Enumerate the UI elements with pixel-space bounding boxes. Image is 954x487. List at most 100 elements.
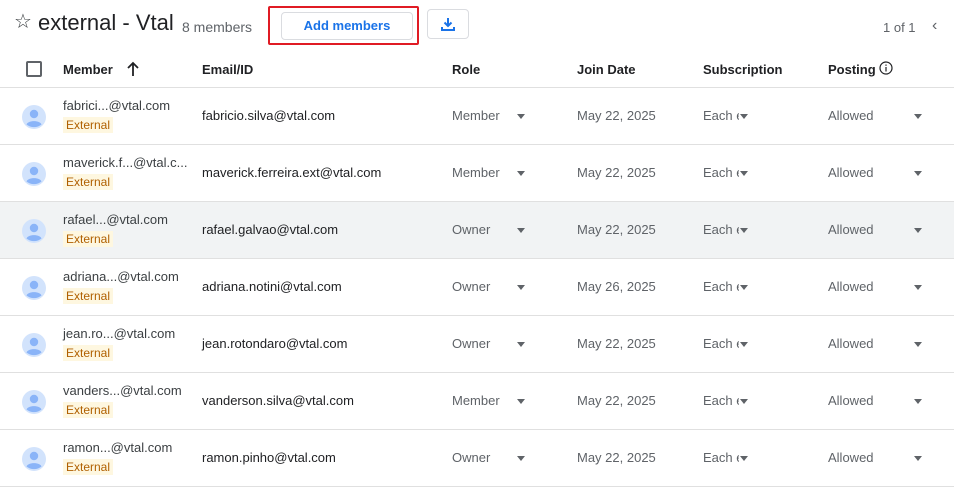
role-select[interactable]: Member (452, 165, 500, 181)
join-date: May 22, 2025 (577, 450, 656, 465)
member-count: 8 members (182, 19, 253, 35)
person-avatar-icon (22, 276, 46, 300)
caret-down-icon[interactable] (914, 228, 922, 233)
subscription-select[interactable]: Each email (703, 336, 739, 352)
member-email: adriana.notini@vtal.com (202, 279, 342, 294)
join-date: May 22, 2025 (577, 222, 656, 237)
caret-down-icon[interactable] (740, 399, 748, 404)
caret-down-icon[interactable] (740, 228, 748, 233)
posting-select[interactable]: Allowed (828, 108, 874, 124)
column-header-posting[interactable]: Posting (828, 62, 876, 78)
member-name[interactable]: jean.ro...@vtal.com (63, 326, 175, 342)
posting-select[interactable]: Allowed (828, 279, 874, 295)
external-badge: External (63, 174, 114, 190)
member-email: maverick.ferreira.ext@vtal.com (202, 165, 382, 180)
caret-down-icon[interactable] (914, 171, 922, 176)
column-header-join-date[interactable]: Join Date (577, 62, 636, 78)
caret-down-icon[interactable] (517, 171, 525, 176)
subscription-select[interactable]: Each email (703, 450, 739, 466)
caret-down-icon[interactable] (740, 114, 748, 119)
table-row[interactable]: rafael...@vtal.com External rafael.galva… (0, 202, 954, 259)
external-badge: External (63, 459, 114, 475)
person-avatar-icon (22, 390, 46, 414)
caret-down-icon[interactable] (517, 342, 525, 347)
posting-select[interactable]: Allowed (828, 450, 874, 466)
caret-down-icon[interactable] (740, 285, 748, 290)
role-select[interactable]: Owner (452, 336, 490, 352)
member-name[interactable]: vanders...@vtal.com (63, 383, 182, 399)
posting-select[interactable]: Allowed (828, 165, 874, 181)
member-name[interactable]: adriana...@vtal.com (63, 269, 179, 285)
posting-select[interactable]: Allowed (828, 222, 874, 238)
external-badge: External (63, 288, 114, 304)
posting-select[interactable]: Allowed (828, 393, 874, 409)
role-select[interactable]: Member (452, 108, 500, 124)
caret-down-icon[interactable] (914, 399, 922, 404)
member-email: rafael.galvao@vtal.com (202, 222, 339, 237)
chevron-left-icon[interactable]: ‹ (932, 17, 937, 35)
person-avatar-icon (22, 333, 46, 357)
caret-down-icon[interactable] (740, 171, 748, 176)
caret-down-icon[interactable] (517, 399, 525, 404)
role-select[interactable]: Owner (452, 279, 490, 295)
caret-down-icon[interactable] (740, 342, 748, 347)
column-header-role[interactable]: Role (452, 62, 480, 78)
subscription-select[interactable]: Each email (703, 165, 739, 181)
table-header: Member Email/ID Role Join Date Subscript… (0, 52, 954, 88)
member-email: vanderson.silva@vtal.com (202, 393, 354, 408)
group-header: ☆ external - Vtal 8 members Add members … (0, 0, 954, 52)
table-row[interactable]: adriana...@vtal.com External adriana.not… (0, 259, 954, 316)
download-button[interactable] (427, 9, 469, 39)
member-email: jean.rotondaro@vtal.com (202, 336, 348, 351)
join-date: May 22, 2025 (577, 165, 656, 180)
member-name[interactable]: ramon...@vtal.com (63, 440, 172, 456)
group-title: external - Vtal (38, 10, 174, 35)
member-name[interactable]: maverick.f...@vtal.c... (63, 155, 187, 171)
caret-down-icon[interactable] (740, 456, 748, 461)
caret-down-icon[interactable] (914, 114, 922, 119)
member-name[interactable]: fabrici...@vtal.com (63, 98, 170, 114)
table-row[interactable]: vanders...@vtal.com External vanderson.s… (0, 373, 954, 430)
caret-down-icon[interactable] (914, 285, 922, 290)
member-name[interactable]: rafael...@vtal.com (63, 212, 168, 228)
caret-down-icon[interactable] (517, 285, 525, 290)
join-date: May 22, 2025 (577, 393, 656, 408)
caret-down-icon[interactable] (914, 342, 922, 347)
add-members-button[interactable]: Add members (281, 12, 413, 40)
info-icon[interactable] (878, 60, 894, 76)
subscription-select[interactable]: Each email (703, 393, 739, 409)
table-row[interactable]: fabrici...@vtal.com External fabricio.si… (0, 88, 954, 145)
select-all-checkbox[interactable] (26, 61, 42, 77)
caret-down-icon[interactable] (517, 114, 525, 119)
external-badge: External (63, 402, 114, 418)
person-avatar-icon (22, 162, 46, 186)
member-email: fabricio.silva@vtal.com (202, 108, 336, 123)
subscription-select[interactable]: Each email (703, 279, 739, 295)
column-header-member[interactable]: Member (63, 62, 113, 78)
join-date: May 22, 2025 (577, 108, 656, 123)
caret-down-icon[interactable] (914, 456, 922, 461)
pagination-label: 1 of 1 (883, 20, 916, 35)
subscription-select[interactable]: Each email (703, 222, 739, 238)
external-badge: External (63, 231, 114, 247)
join-date: May 26, 2025 (577, 279, 656, 294)
posting-select[interactable]: Allowed (828, 336, 874, 352)
subscription-select[interactable]: Each email (703, 108, 739, 124)
table-row[interactable]: jean.ro...@vtal.com External jean.rotond… (0, 316, 954, 373)
arrow-up-icon[interactable] (126, 61, 140, 77)
column-header-subscription[interactable]: Subscription (703, 62, 782, 78)
caret-down-icon[interactable] (517, 228, 525, 233)
person-avatar-icon (22, 105, 46, 129)
external-badge: External (63, 345, 114, 361)
role-select[interactable]: Owner (452, 450, 490, 466)
star-outline-icon[interactable]: ☆ (14, 10, 32, 34)
person-avatar-icon (22, 447, 46, 471)
table-row[interactable]: maverick.f...@vtal.c... External maveric… (0, 145, 954, 202)
role-select[interactable]: Owner (452, 222, 490, 238)
table-row[interactable]: ramon...@vtal.com External ramon.pinho@v… (0, 430, 954, 487)
role-select[interactable]: Member (452, 393, 500, 409)
join-date: May 22, 2025 (577, 336, 656, 351)
member-email: ramon.pinho@vtal.com (202, 450, 336, 465)
column-header-email[interactable]: Email/ID (202, 62, 253, 78)
caret-down-icon[interactable] (517, 456, 525, 461)
